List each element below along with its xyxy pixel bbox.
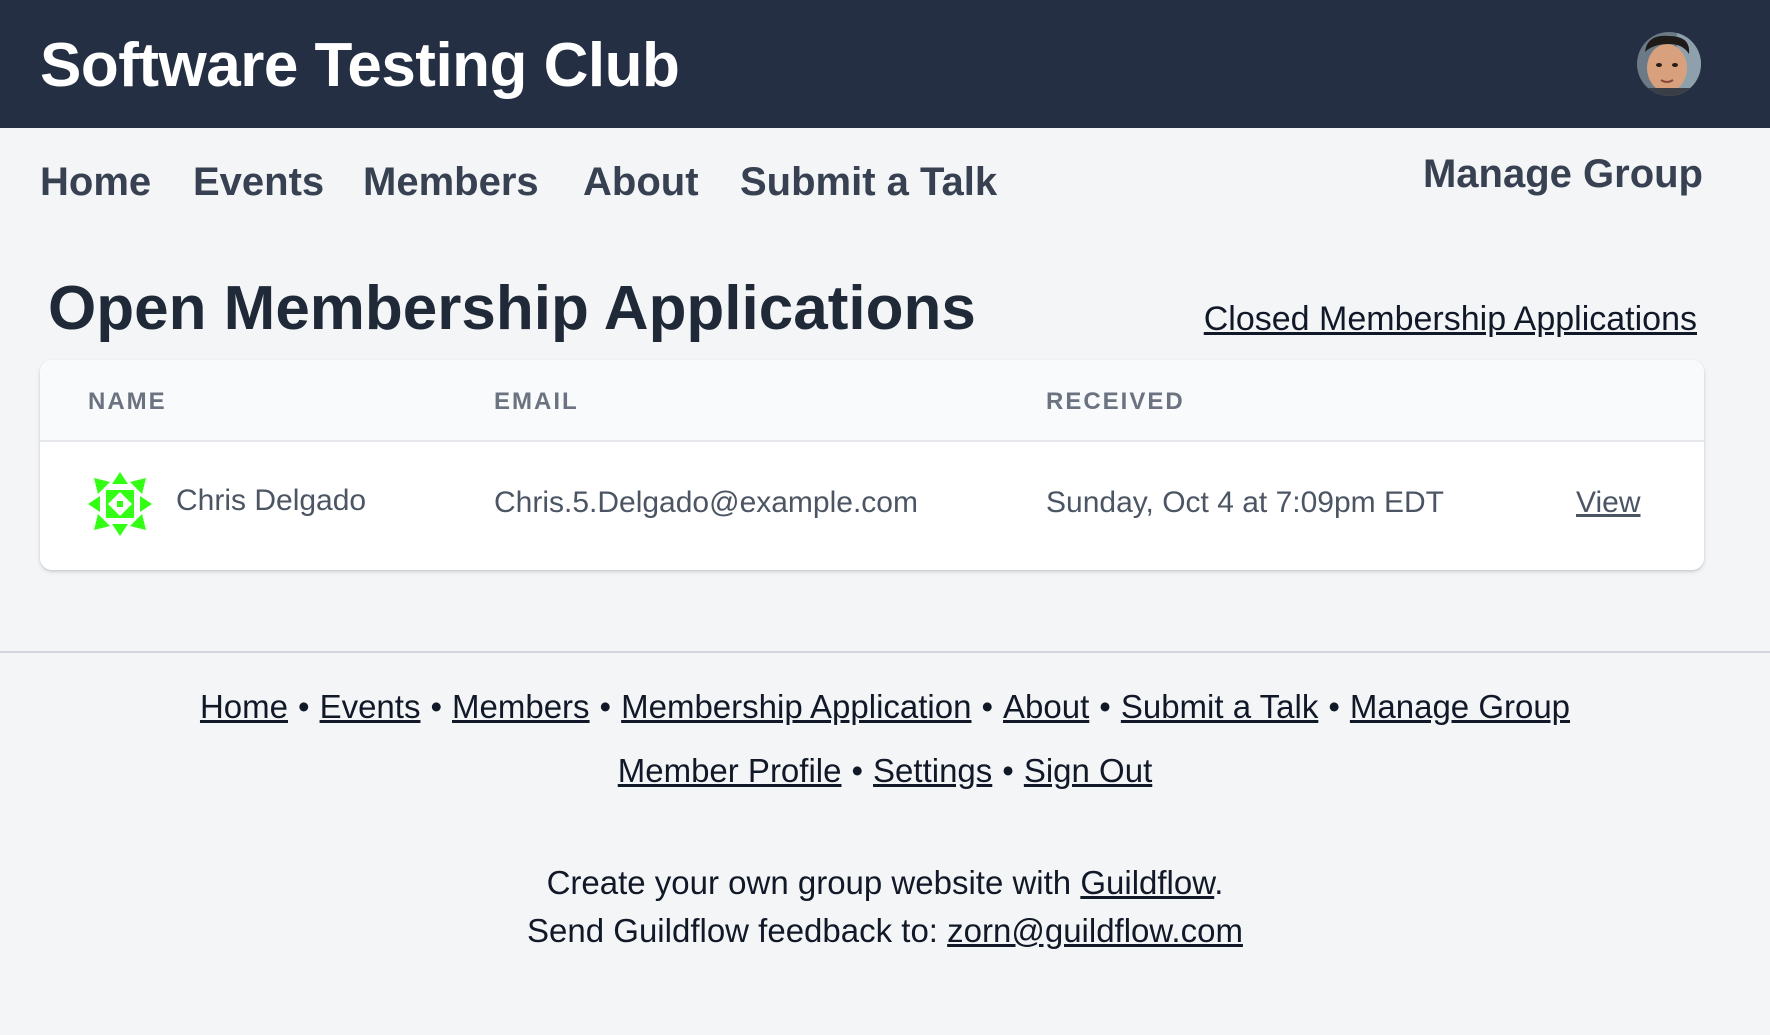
footer-link-membership-application[interactable]: Membership Application bbox=[621, 688, 971, 725]
green-identicon-icon bbox=[88, 472, 152, 536]
footer-link-about[interactable]: About bbox=[1003, 688, 1089, 725]
user-avatar-icon[interactable] bbox=[1637, 32, 1701, 96]
footer-feedback-text: Send Guildflow feedback to: bbox=[527, 912, 948, 949]
guildflow-link[interactable]: Guildflow bbox=[1080, 864, 1214, 901]
footer-feedback-line: Send Guildflow feedback to: zorn@guildfl… bbox=[0, 912, 1770, 950]
main-nav: Home Events Members About Submit a Talk … bbox=[0, 128, 1770, 228]
footer-divider bbox=[0, 651, 1770, 653]
nav-item-about[interactable]: About bbox=[583, 160, 699, 205]
footer-links-primary: Home • Events • Members • Membership Applicati… bbox=[0, 688, 1770, 726]
table-header: NAME EMAIL RECEIVED bbox=[40, 360, 1704, 442]
footer-link-settings[interactable]: Settings bbox=[873, 752, 992, 789]
nav-item-submit-talk[interactable]: Submit a Talk bbox=[740, 160, 997, 205]
column-header-received: RECEIVED bbox=[1046, 388, 1185, 415]
footer-create-suffix: . bbox=[1214, 864, 1224, 901]
view-application-link[interactable]: View bbox=[1576, 486, 1640, 520]
footer-separator: • bbox=[298, 688, 310, 725]
footer-create-line: Create your own group website with Guild… bbox=[0, 864, 1770, 902]
column-header-name: NAME bbox=[88, 388, 167, 415]
footer-link-manage-group[interactable]: Manage Group bbox=[1350, 688, 1570, 725]
footer-separator: • bbox=[599, 688, 612, 725]
footer-separator: • bbox=[851, 752, 864, 789]
nav-item-events[interactable]: Events bbox=[193, 160, 324, 205]
footer-link-member-profile[interactable]: Member Profile bbox=[618, 752, 842, 789]
applications-table: NAME EMAIL RECEIVED Chris Delgado Chris.… bbox=[40, 360, 1704, 570]
page-title: Open Membership Applications bbox=[48, 274, 976, 343]
footer-separator: • bbox=[981, 688, 994, 725]
nav-item-manage-group[interactable]: Manage Group bbox=[1423, 152, 1703, 197]
applicant-name: Chris Delgado bbox=[176, 484, 367, 517]
footer-separator: • bbox=[1328, 688, 1340, 725]
footer-separator: • bbox=[1099, 688, 1111, 725]
footer-link-members[interactable]: Members bbox=[452, 688, 590, 725]
footer-link-submit-talk[interactable]: Submit a Talk bbox=[1121, 688, 1318, 725]
footer-create-text: Create your own group website with bbox=[546, 864, 1081, 901]
nav-item-home[interactable]: Home bbox=[40, 160, 151, 205]
footer-links-secondary: Member Profile • Settings • Sign Out bbox=[0, 752, 1770, 790]
nav-item-members[interactable]: Members bbox=[363, 160, 539, 205]
closed-applications-link[interactable]: Closed Membership Applications bbox=[1204, 300, 1697, 339]
applicant-email: Chris.5.Delgado@example.com bbox=[494, 486, 918, 519]
table-row: Chris Delgado Chris.5.Delgado@example.co… bbox=[40, 442, 1704, 570]
site-title[interactable]: Software Testing Club bbox=[40, 30, 680, 101]
footer-link-home[interactable]: Home bbox=[200, 688, 288, 725]
footer-link-sign-out[interactable]: Sign Out bbox=[1024, 752, 1152, 789]
site-header: Software Testing Club bbox=[0, 0, 1770, 128]
footer-separator: • bbox=[1002, 752, 1014, 789]
footer-link-events[interactable]: Events bbox=[320, 688, 421, 725]
received-date: Sunday, Oct 4 at 7:09pm EDT bbox=[1046, 486, 1444, 519]
feedback-email-link[interactable]: zorn@guildflow.com bbox=[947, 912, 1243, 949]
footer-separator: • bbox=[430, 688, 443, 725]
column-header-email: EMAIL bbox=[494, 388, 579, 415]
